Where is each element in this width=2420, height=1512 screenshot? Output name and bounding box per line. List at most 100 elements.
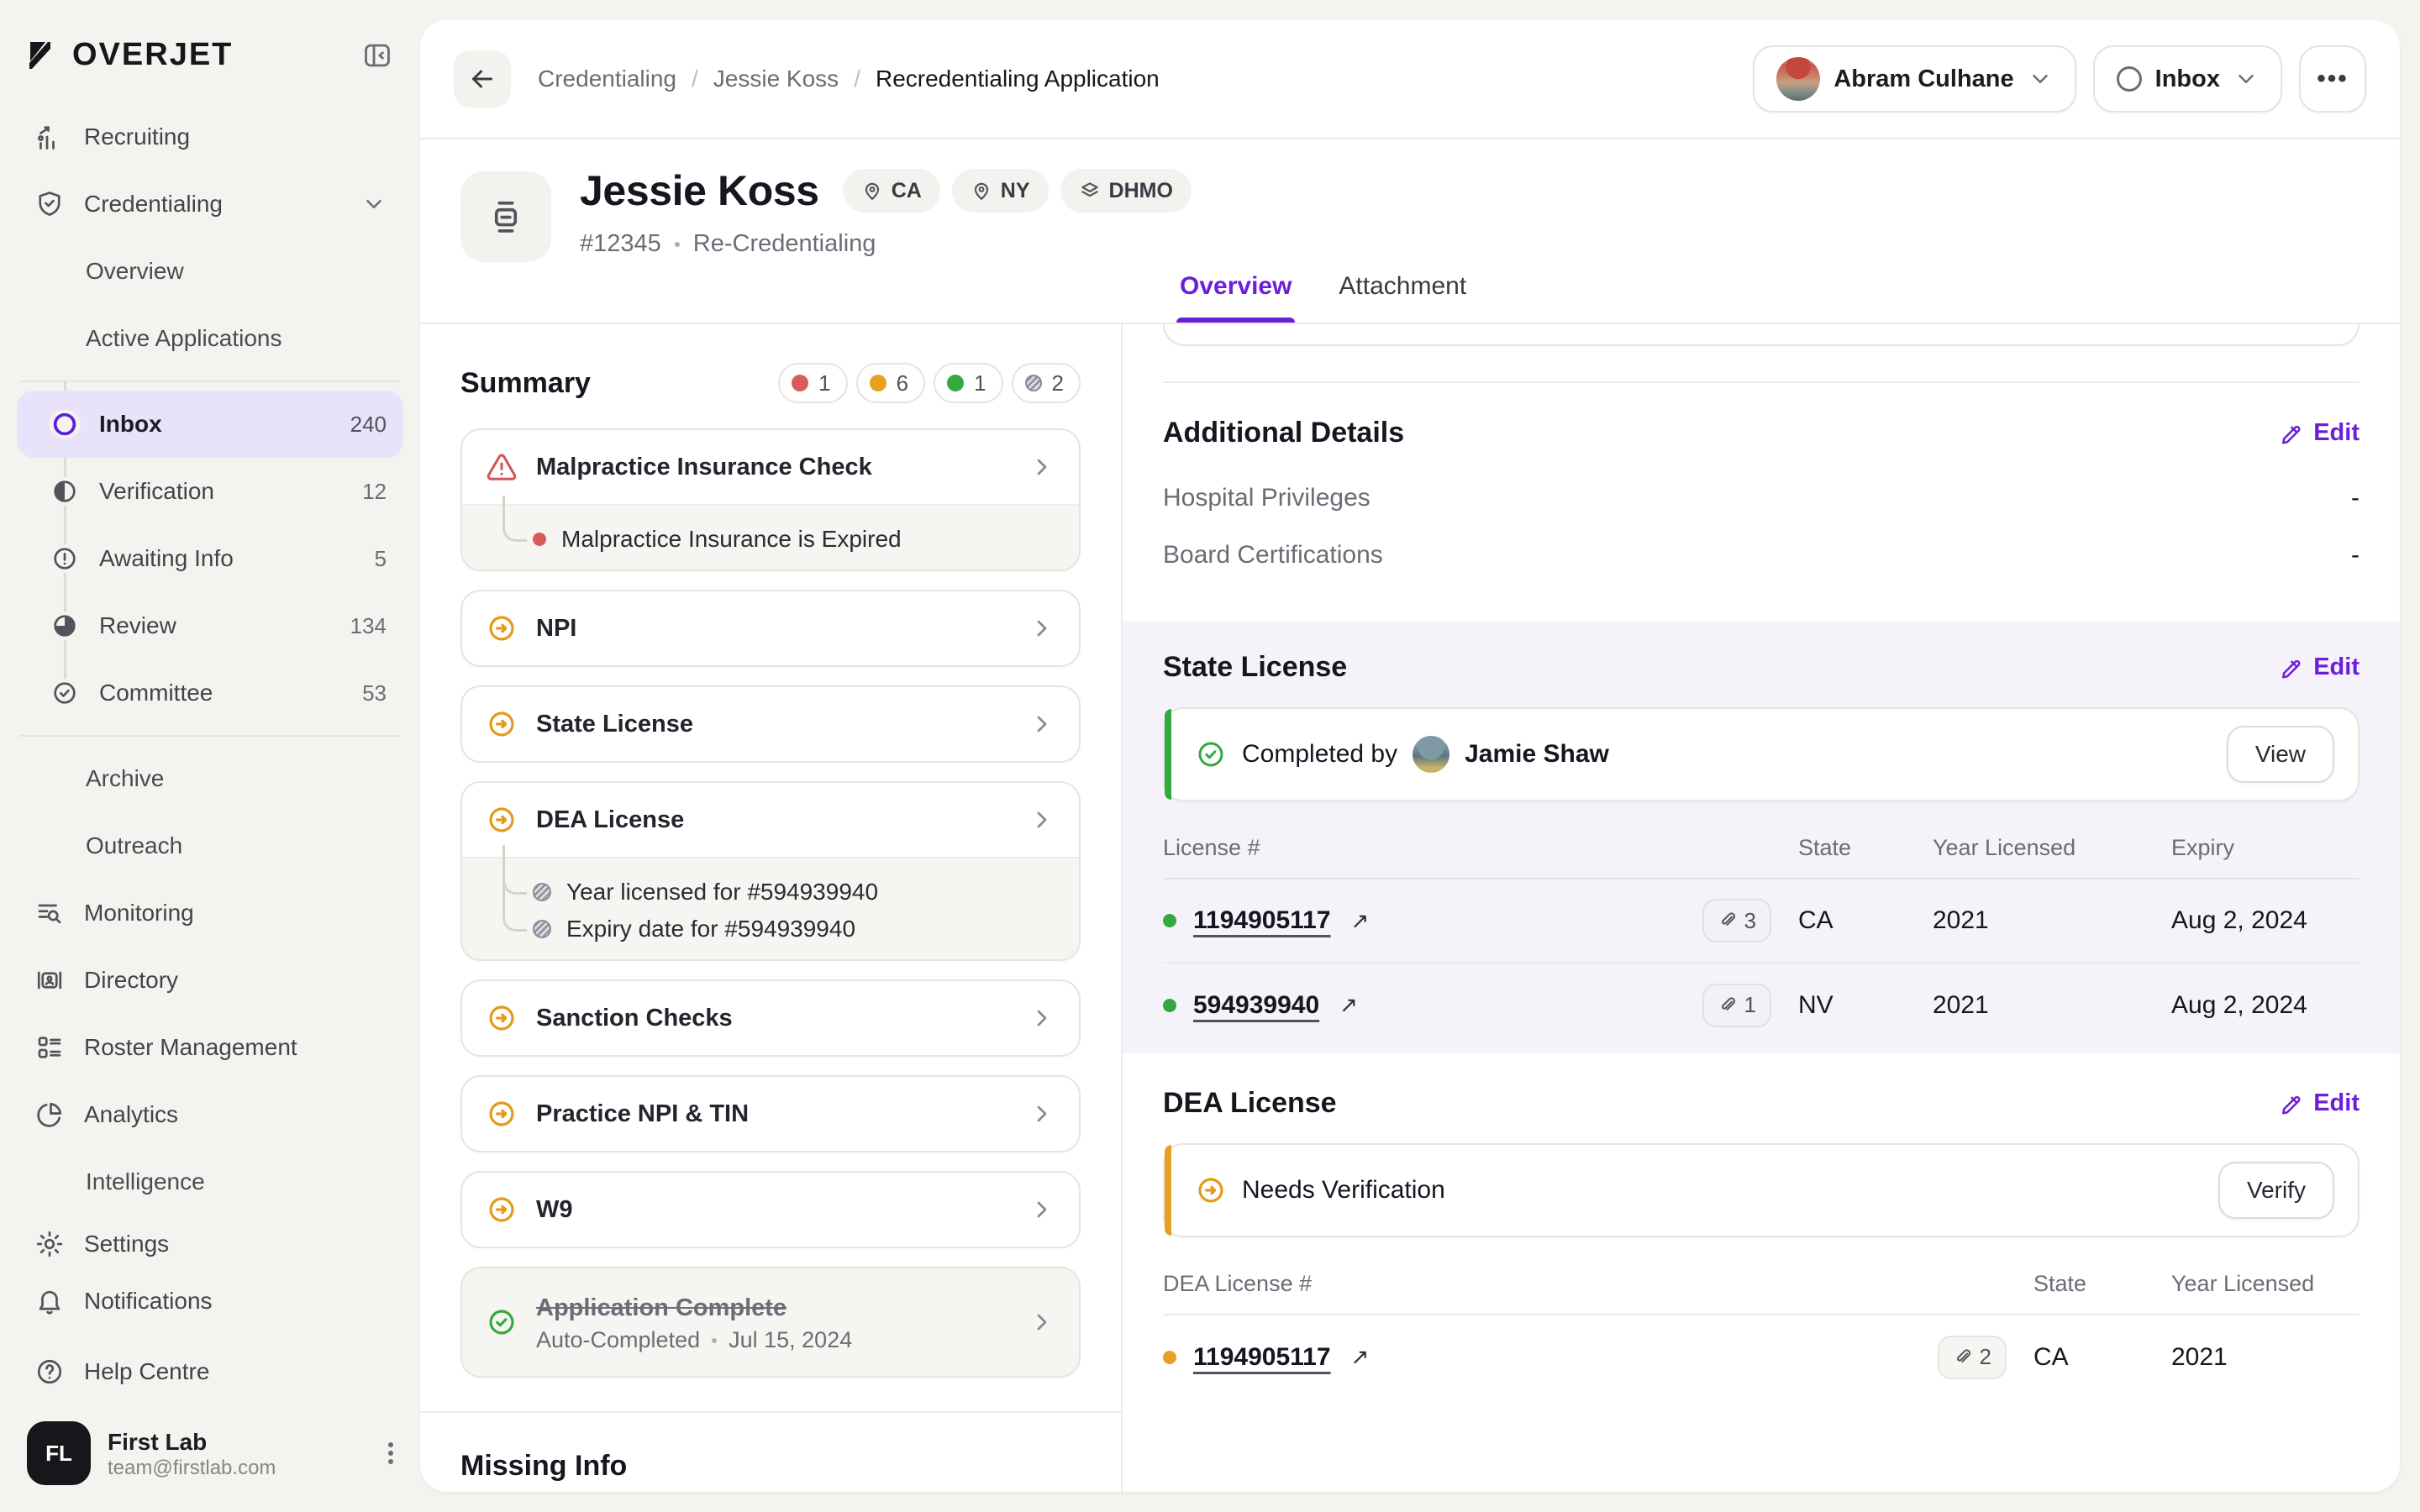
cell-state: NV	[1798, 963, 1933, 1047]
status-dropdown[interactable]: Inbox	[2093, 45, 2282, 113]
summary-card-state-license: State License	[460, 685, 1081, 763]
directory-icon	[34, 965, 66, 995]
sidebar-item-verification[interactable]: Verification 12	[17, 458, 403, 525]
amber-count-badge: 6	[856, 363, 925, 403]
map-pin-icon	[971, 180, 992, 202]
state-license-status-card: Completed by Jamie Shaw View	[1163, 707, 2360, 801]
verification-count: 12	[362, 479, 387, 505]
sidebar-item-help-centre[interactable]: Help Centre	[17, 1343, 403, 1400]
sidebar-item-outreach[interactable]: Outreach	[17, 812, 403, 879]
shield-check-icon	[34, 189, 66, 219]
sidebar-item-label: Directory	[84, 967, 178, 994]
review-count: 134	[350, 613, 387, 639]
summary-card-row[interactable]: W9	[462, 1173, 1079, 1247]
cell-year: 2021	[1933, 963, 2171, 1047]
summary-card-row[interactable]: Malpractice Insurance Check	[462, 430, 1079, 504]
tab-overview[interactable]: Overview	[1180, 272, 1292, 323]
sidebar-item-review[interactable]: Review 134	[17, 592, 403, 659]
license-number-link[interactable]: 594939940	[1193, 991, 1319, 1020]
application-type: Re-Credentialing	[693, 230, 876, 258]
sidebar-item-active-applications[interactable]: Active Applications	[17, 305, 403, 372]
sidebar-item-directory[interactable]: Directory	[17, 947, 403, 1014]
hatched-dot-icon	[533, 920, 551, 938]
green-count-badge: 1	[934, 363, 1002, 403]
additional-details-edit-button[interactable]: Edit	[2278, 419, 2360, 447]
column-header: DEA License #	[1163, 1254, 2033, 1315]
pending-circle-arrow-icon	[486, 1194, 518, 1226]
summary-card-application-complete: Application Complete Auto-Completed Jul …	[460, 1267, 1081, 1378]
application-icon	[460, 171, 551, 262]
sidebar-nav: Recruiting Credentialing Overview Active…	[0, 97, 420, 1404]
sidebar-item-inbox[interactable]: Inbox 240	[17, 391, 403, 458]
table-row: 1194905117 ↗ 2 CA 2021	[1163, 1315, 2360, 1399]
summary-count-badges: 1 6 1 2	[778, 363, 1081, 403]
sidebar-item-label: Analytics	[84, 1101, 178, 1128]
attachments-badge[interactable]: 3	[1702, 899, 1771, 942]
layers-icon	[1079, 180, 1101, 202]
paperclip-icon	[1718, 911, 1738, 931]
paperclip-icon	[1718, 995, 1738, 1016]
dot-separator	[712, 1338, 717, 1343]
chevron-right-icon	[1028, 1309, 1055, 1336]
table-row: 594939940 ↗ 1 NV 2021	[1163, 963, 2360, 1047]
sidebar-item-settings[interactable]: Settings	[17, 1215, 403, 1273]
verify-button[interactable]: Verify	[2218, 1162, 2334, 1219]
attachments-badge[interactable]: 2	[1938, 1336, 2007, 1379]
summary-card-row[interactable]: Application Complete Auto-Completed Jul …	[462, 1268, 1079, 1376]
green-dot-icon	[1163, 999, 1176, 1012]
summary-card-row[interactable]: NPI	[462, 591, 1079, 665]
sidebar-collapse-icon[interactable]	[361, 39, 393, 71]
summary-card-row[interactable]: Sanction Checks	[462, 981, 1079, 1055]
table-row: 1194905117 ↗ 3 CA 2021	[1163, 879, 2360, 963]
breadcrumb-jessie-koss[interactable]: Jessie Koss	[713, 66, 839, 92]
license-number-link[interactable]: 1194905117	[1193, 1343, 1331, 1372]
cell-year: 2021	[2171, 1315, 2360, 1399]
state-badge-ca: CA	[843, 169, 940, 213]
sidebar-item-archive[interactable]: Archive	[17, 745, 403, 812]
dea-license-edit-button[interactable]: Edit	[2278, 1089, 2360, 1117]
tab-attachment[interactable]: Attachment	[1339, 272, 1466, 323]
sidebar: OVERJET Recruiting Credentialing Overvie…	[0, 0, 420, 1512]
sidebar-item-credentialing[interactable]: Credentialing	[17, 171, 403, 238]
assignee-dropdown[interactable]: Abram Culhane	[1753, 45, 2075, 113]
sidebar-item-overview[interactable]: Overview	[17, 238, 403, 305]
workspace-avatar: FL	[27, 1421, 91, 1485]
chevron-down-icon	[2233, 66, 2259, 92]
state-license-edit-button[interactable]: Edit	[2278, 654, 2360, 681]
summary-card-row[interactable]: Practice NPI & TIN	[462, 1077, 1079, 1151]
red-count-badge: 1	[778, 363, 847, 403]
sidebar-item-roster-management[interactable]: Roster Management	[17, 1014, 403, 1081]
app-root: OVERJET Recruiting Credentialing Overvie…	[0, 0, 2420, 1512]
analytics-icon	[34, 1100, 66, 1130]
view-button[interactable]: View	[2227, 726, 2334, 783]
back-button[interactable]	[454, 50, 511, 108]
workspace-switcher[interactable]: FL First Lab team@firstlab.com	[0, 1404, 420, 1495]
breadcrumb-credentialing[interactable]: Credentialing	[538, 66, 676, 92]
sidebar-item-committee[interactable]: Committee 53	[17, 659, 403, 727]
verification-status-icon	[49, 477, 81, 506]
check-circle-icon	[1195, 738, 1227, 770]
summary-card-row[interactable]: State License	[462, 687, 1079, 761]
sidebar-item-intelligence[interactable]: Intelligence	[17, 1148, 403, 1215]
sidebar-item-awaiting-info[interactable]: Awaiting Info 5	[17, 525, 403, 592]
pending-circle-arrow-icon	[1195, 1174, 1227, 1206]
workspace-menu-icon[interactable]	[388, 1442, 393, 1464]
license-number-link[interactable]: 1194905117	[1193, 906, 1331, 935]
sidebar-item-label: Settings	[84, 1231, 169, 1257]
chevron-right-icon	[1028, 1005, 1055, 1032]
completer-avatar	[1413, 736, 1449, 773]
sidebar-item-notifications[interactable]: Notifications	[17, 1273, 403, 1330]
application-id: #12345	[580, 230, 661, 258]
dea-license-title: DEA License	[1163, 1087, 1337, 1120]
attachments-badge[interactable]: 1	[1702, 984, 1771, 1027]
pending-circle-arrow-icon	[486, 1098, 518, 1130]
page-header: Credentialing / Jessie Koss / Recredenti…	[420, 20, 2400, 139]
more-actions-button[interactable]: •••	[2299, 45, 2366, 113]
sidebar-item-label: Overview	[86, 258, 184, 285]
sidebar-item-monitoring[interactable]: Monitoring	[17, 879, 403, 947]
breadcrumb-separator: /	[692, 66, 698, 92]
sidebar-item-recruiting[interactable]: Recruiting	[17, 103, 403, 171]
sidebar-item-analytics[interactable]: Analytics	[17, 1081, 403, 1148]
summary-card-row[interactable]: DEA License	[462, 783, 1079, 857]
dot-separator	[675, 242, 680, 247]
